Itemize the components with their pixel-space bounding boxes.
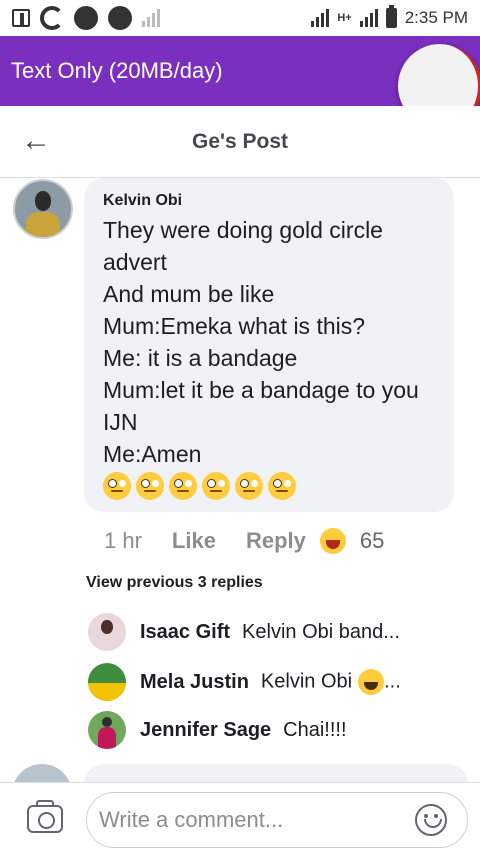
avatar-head (34, 191, 52, 212)
no-signal-icon (142, 9, 160, 27)
rolling-eyes-emoji-icon (202, 472, 230, 500)
avatar-head (101, 619, 113, 634)
comment-composer: Write a comment... (0, 782, 480, 854)
comment-author[interactable]: Kelvin Obi (103, 192, 434, 210)
facebook-notification-icon (12, 9, 30, 27)
signal-icon (359, 9, 378, 27)
reply-text-ellipsis: ... (384, 670, 401, 693)
reply-author[interactable]: Jennifer Sage (140, 719, 271, 742)
like-button[interactable]: Like (172, 528, 216, 554)
emoji-picker-icon[interactable] (415, 804, 447, 836)
reply-text-value: Kelvin Obi (260, 670, 353, 693)
laughing-emoji-icon (358, 669, 385, 695)
notification-dot-icon (74, 6, 98, 30)
comment-input[interactable]: Write a comment... (86, 792, 468, 848)
avatar[interactable] (88, 711, 126, 749)
rolling-eyes-emoji-icon (103, 472, 131, 500)
reply-text: Kelvin Obi band... (242, 620, 400, 643)
avatar-body (26, 211, 60, 237)
reply-author[interactable]: Mela Justin (140, 671, 249, 694)
view-previous-replies-link[interactable]: View previous 3 replies (86, 574, 263, 592)
reply-author[interactable]: Isaac Gift (140, 621, 230, 644)
data-mode-banner: Text Only (20MB/day) (0, 36, 480, 106)
post-header: ← Ge's Post (0, 106, 480, 178)
avatar-body (88, 683, 126, 701)
signal-icon (311, 9, 330, 27)
notification-icons (12, 6, 160, 30)
comment-input-placeholder: Write a comment... (99, 807, 284, 832)
avatar-body (98, 727, 116, 749)
rolling-eyes-emoji-icon (136, 472, 164, 500)
reply-button[interactable]: Reply (246, 528, 306, 554)
reaction-count[interactable]: 65 (360, 528, 384, 554)
status-bar: H+ 2:35 PM (0, 0, 480, 36)
laughing-reaction-icon[interactable] (319, 528, 346, 554)
network-type-label: H+ (337, 12, 352, 24)
reply-text: Chai!!!! (283, 718, 347, 741)
avatar[interactable] (88, 613, 126, 651)
chat-head-bubble[interactable] (398, 44, 480, 106)
reply-item[interactable]: Isaac Gift Kelvin Obi band... (88, 612, 400, 652)
rolling-eyes-emoji-icon (268, 472, 296, 500)
status-time: 2:35 PM (404, 8, 468, 27)
avatar-head (102, 717, 112, 727)
battery-icon (385, 5, 397, 28)
rolling-eyes-emoji-icon (235, 472, 263, 500)
comment-time: 1 hr (104, 528, 142, 553)
notification-dot-icon (108, 6, 132, 30)
camera-icon[interactable] (27, 800, 63, 833)
comment-text: They were doing gold circle advert And m… (103, 217, 419, 467)
avatar[interactable] (13, 179, 73, 239)
comment-actions: 1 hr Like Reply 65 (104, 526, 384, 556)
page-title: Ge's Post (191, 130, 289, 153)
banner-title[interactable]: Text Only (20MB/day) (11, 58, 223, 84)
app-notification-icon (40, 6, 64, 30)
comment-bubble[interactable]: Kelvin Obi They were doing gold circle a… (84, 178, 454, 512)
reply-item[interactable]: Jennifer Sage Chai!!!! (88, 710, 347, 750)
system-status: H+ 2:35 PM (311, 5, 468, 28)
reply-text: Kelvin Obi... (261, 669, 401, 695)
rolling-eyes-emoji-icon (169, 472, 197, 500)
reply-item[interactable]: Mela Justin Kelvin Obi... (88, 662, 401, 702)
avatar[interactable] (88, 663, 126, 701)
emoji-row (103, 472, 434, 500)
